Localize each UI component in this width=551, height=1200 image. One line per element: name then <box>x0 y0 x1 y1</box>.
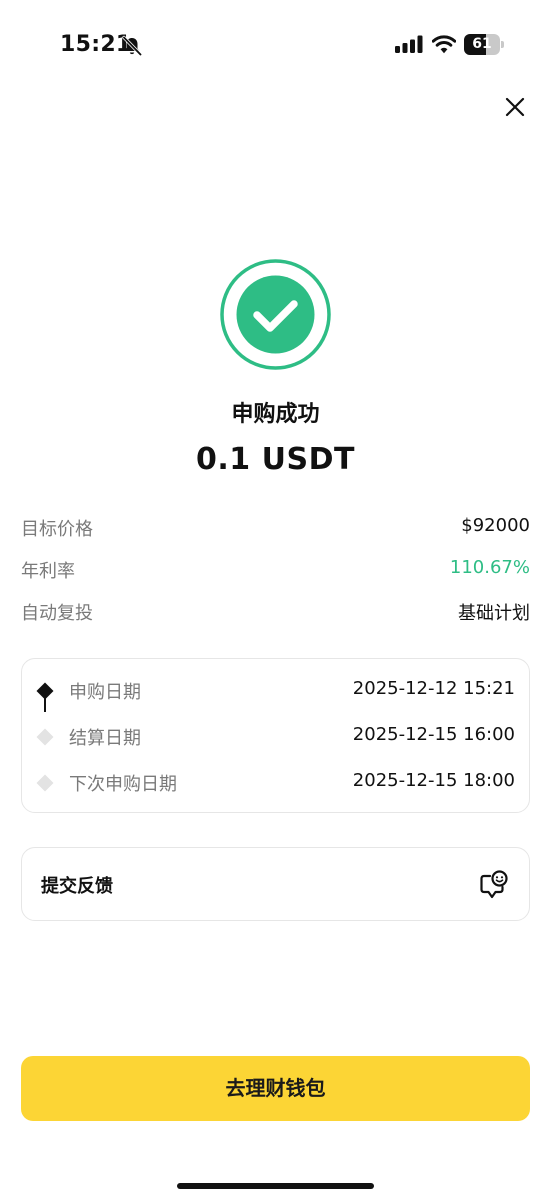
detail-value: $92000 <box>461 515 530 536</box>
detail-row-auto-reinvest: 自动复投 基础计划 <box>21 599 530 625</box>
feedback-button[interactable]: 提交反馈 <box>21 847 530 921</box>
detail-label: 自动复投 <box>21 603 93 624</box>
status-bar: 15:21 61 <box>0 0 551 90</box>
battery-level: 61 <box>472 36 492 52</box>
cta-label: 去理财钱包 <box>225 1076 326 1100</box>
detail-label: 目标价格 <box>21 519 93 540</box>
close-icon <box>505 97 525 117</box>
timeline-value: 2025-12-12 15:21 <box>352 678 515 699</box>
subscription-amount: 0.1 USDT <box>196 442 355 477</box>
timeline-marker-inactive <box>36 728 54 746</box>
timeline-marker-active <box>36 682 54 700</box>
timeline-marker-inactive <box>36 774 54 792</box>
bell-slash-icon <box>122 35 143 57</box>
home-indicator[interactable] <box>177 1183 374 1189</box>
go-to-earn-wallet-button[interactable]: 去理财钱包 <box>21 1056 530 1121</box>
detail-row-annual-rate: 年利率 110.67% <box>21 557 530 583</box>
close-button[interactable] <box>500 92 530 122</box>
battery-body: 61 <box>464 34 500 55</box>
timeline-card: 申购日期 2025-12-12 15:21 结算日期 2025-12-15 16… <box>21 658 530 813</box>
feedback-chat-icon <box>480 870 508 899</box>
detail-label: 年利率 <box>21 561 75 582</box>
cellular-signal-icon <box>395 35 423 53</box>
success-title: 申购成功 <box>231 402 320 427</box>
timeline-row-subscription-date: 申购日期 2025-12-12 15:21 <box>22 678 529 704</box>
timeline-row-settlement-date: 结算日期 2025-12-15 16:00 <box>22 724 529 750</box>
timeline-row-next-subscription-date: 下次申购日期 2025-12-15 18:00 <box>22 770 529 796</box>
battery-cap <box>501 41 504 48</box>
check-circle-icon <box>220 259 331 370</box>
detail-row-target-price: 目标价格 $92000 <box>21 515 530 541</box>
wifi-icon <box>432 35 456 54</box>
timeline-label: 申购日期 <box>69 682 141 703</box>
feedback-label: 提交反馈 <box>41 876 113 897</box>
detail-value: 110.67% <box>449 557 530 578</box>
battery-icon: 61 <box>464 34 504 55</box>
timeline-value: 2025-12-15 18:00 <box>352 770 515 791</box>
timeline-label: 下次申购日期 <box>69 774 177 795</box>
detail-value: 基础计划 <box>458 603 530 624</box>
timeline-label: 结算日期 <box>69 728 141 749</box>
timeline-value: 2025-12-15 16:00 <box>352 724 515 745</box>
